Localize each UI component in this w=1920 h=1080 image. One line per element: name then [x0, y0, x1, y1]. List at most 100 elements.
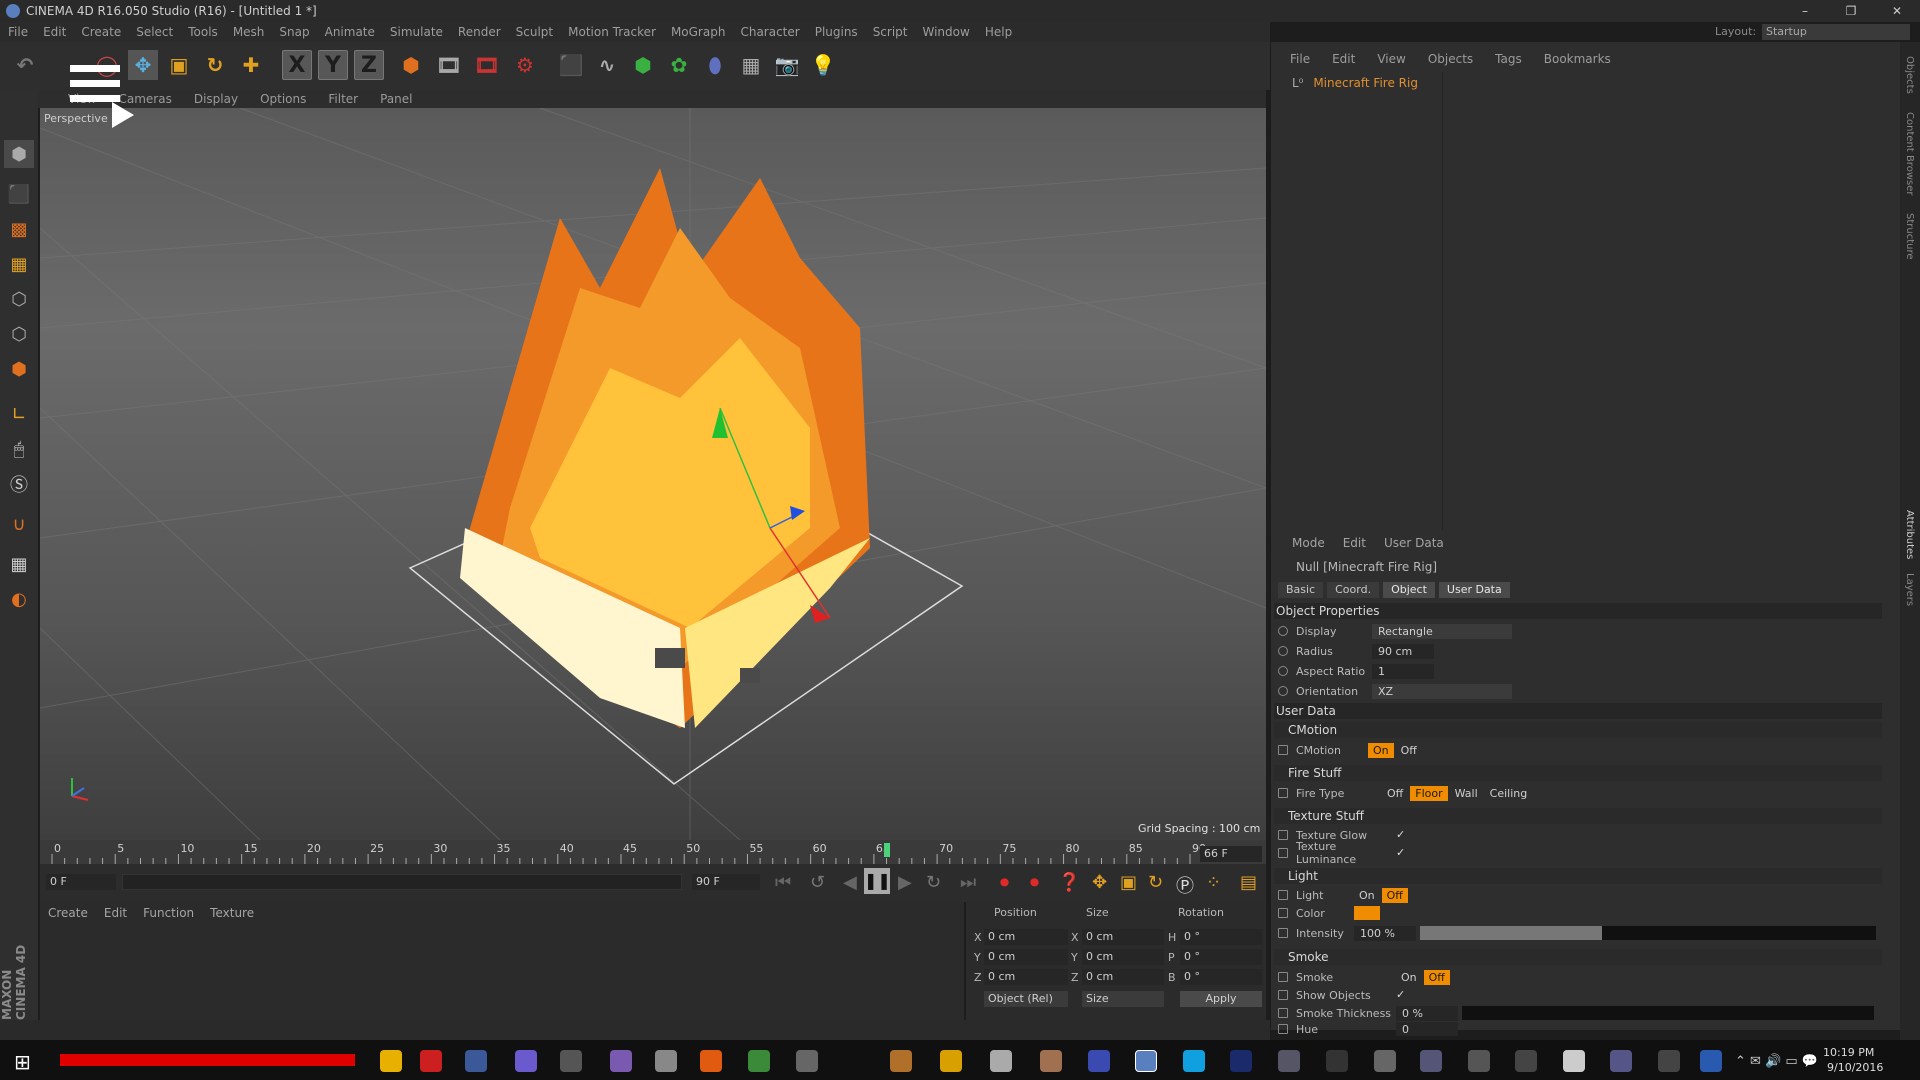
position-y-field[interactable]: 0 cm [984, 949, 1068, 965]
taskbar-mail-icon[interactable] [1278, 1050, 1300, 1072]
overlay-play-icon[interactable] [112, 102, 134, 128]
taskbar-twitch-icon[interactable] [515, 1050, 537, 1072]
coordinate-system-icon[interactable]: ⬢ [396, 50, 426, 80]
snap-icon[interactable]: Ⓢ [4, 470, 34, 498]
strip-tab-attributes[interactable]: Attributes [1904, 510, 1915, 559]
attr-menu-user-data[interactable]: User Data [1384, 536, 1444, 550]
subdivision-surface-icon[interactable]: ⬢ [628, 50, 658, 80]
taskbar-photoshop-icon[interactable] [1230, 1050, 1252, 1072]
record-active-icon[interactable]: ⏺ [1000, 872, 1009, 893]
smoke-thickness-slider[interactable] [1462, 1006, 1874, 1020]
material-menu-create[interactable]: Create [48, 906, 88, 920]
animate-dot-icon[interactable] [1278, 646, 1288, 656]
coordinate-mode-select[interactable]: Object (Rel) [984, 991, 1068, 1007]
menu-animate[interactable]: Animate [325, 25, 375, 39]
x-axis-lock-button[interactable]: X [282, 50, 312, 80]
group-fire-stuff[interactable]: Fire Stuff [1274, 765, 1882, 781]
close-button[interactable]: ✕ [1874, 0, 1920, 22]
fire-type-wall-button[interactable]: Wall [1450, 786, 1483, 801]
apply-button[interactable]: Apply [1180, 991, 1262, 1007]
size-x-field[interactable]: 0 cm [1082, 929, 1164, 945]
autokey-icon[interactable]: ⏺ [1030, 872, 1039, 893]
rotation-p-field[interactable]: 0 ° [1180, 949, 1262, 965]
objects-menu-tags[interactable]: Tags [1495, 52, 1522, 66]
spline-pen-icon[interactable]: ∿ [592, 50, 622, 80]
viewport-menu-options[interactable]: Options [260, 92, 306, 106]
menu-character[interactable]: Character [740, 25, 799, 39]
video-progress-bar[interactable] [60, 1054, 355, 1066]
rotate-tool-icon[interactable]: ↻ [200, 50, 230, 80]
strip-tab-structure[interactable]: Structure [1904, 213, 1915, 260]
taskbar-date[interactable]: 9/10/2016 [1827, 1061, 1883, 1074]
undo-icon[interactable]: ↶ [10, 50, 40, 80]
menu-mograph[interactable]: MoGraph [671, 25, 726, 39]
tab-coord[interactable]: Coord. [1327, 582, 1380, 598]
animate-dot-icon[interactable] [1278, 626, 1288, 636]
edges-mode-icon[interactable]: ⬡ [4, 320, 34, 348]
texture-luminance-checkbox[interactable]: ✓ [1396, 847, 1408, 859]
group-texture-stuff[interactable]: Texture Stuff [1274, 808, 1882, 824]
z-axis-lock-button[interactable]: Z [354, 50, 384, 80]
axis-mode-icon[interactable]: ∟ [4, 400, 34, 428]
taskbar-app-icon[interactable] [990, 1050, 1012, 1072]
tab-object[interactable]: Object [1383, 582, 1435, 598]
taskbar-app-icon[interactable] [1700, 1050, 1722, 1072]
y-axis-lock-button[interactable]: Y [318, 50, 348, 80]
pause-button[interactable]: ❚❚ [864, 868, 891, 894]
animate-dot-icon[interactable] [1278, 1024, 1288, 1034]
light-off-button[interactable]: Off [1381, 887, 1408, 903]
animate-dot-icon[interactable] [1278, 990, 1288, 1000]
menu-plugins[interactable]: Plugins [815, 25, 858, 39]
workplane-lock-icon[interactable]: ▦ [4, 550, 34, 578]
key-parameter-icon[interactable]: Ⓟ [1176, 872, 1194, 898]
taskbar-app-icon[interactable] [1088, 1050, 1110, 1072]
next-frame-icon[interactable]: ▶ [898, 872, 912, 893]
animate-dot-icon[interactable] [1278, 745, 1288, 755]
menu-create[interactable]: Create [81, 25, 121, 39]
taskbar-app-icon[interactable] [1326, 1050, 1348, 1072]
display-select[interactable]: Rectangle [1372, 623, 1512, 639]
taskbar-app-icon[interactable] [1420, 1050, 1442, 1072]
material-menu-function[interactable]: Function [143, 906, 194, 920]
viewport-menu-display[interactable]: Display [194, 92, 238, 106]
scale-tool-icon[interactable]: ▣ [164, 50, 194, 80]
windows-start-icon[interactable]: ⊞ [14, 1050, 31, 1074]
add-icon[interactable]: ✚ [236, 50, 266, 80]
attr-menu-edit[interactable]: Edit [1343, 536, 1366, 550]
cmotion-off-button[interactable]: Off [1396, 743, 1422, 758]
group-smoke[interactable]: Smoke [1274, 949, 1882, 965]
objects-menu-bookmarks[interactable]: Bookmarks [1544, 52, 1611, 66]
objects-menu-edit[interactable]: Edit [1332, 52, 1355, 66]
camera-icon[interactable]: 📷 [772, 50, 802, 80]
current-frame-marker[interactable] [883, 843, 890, 857]
rotation-h-field[interactable]: 0 ° [1180, 929, 1262, 945]
strip-tab-layers[interactable]: Layers [1904, 573, 1915, 606]
taskbar-app-icon[interactable] [796, 1050, 818, 1072]
position-z-field[interactable]: 0 cm [984, 969, 1068, 985]
goto-end-icon[interactable]: ⏭ [960, 872, 976, 893]
fire-type-floor-button[interactable]: Floor [1410, 785, 1448, 801]
taskbar-itunes-icon[interactable] [1563, 1050, 1585, 1072]
cmotion-on-button[interactable]: On [1368, 742, 1394, 758]
layout-select[interactable]: Startup [1762, 24, 1910, 40]
taskbar-skype-icon[interactable] [1183, 1050, 1205, 1072]
floor-icon[interactable]: ▦ [736, 50, 766, 80]
animate-dot-icon[interactable] [1278, 848, 1288, 858]
group-light[interactable]: Light [1274, 868, 1882, 884]
array-icon[interactable]: ✿ [664, 50, 694, 80]
taskbar-minecraft-icon[interactable] [748, 1050, 770, 1072]
taskbar-app-icon[interactable] [1515, 1050, 1537, 1072]
system-tray-icons[interactable]: ⌃ ✉ 🔊 ▭ 💬 [1735, 1054, 1818, 1069]
objects-menu-file[interactable]: File [1290, 52, 1310, 66]
start-frame-field[interactable]: 0 F [46, 874, 116, 890]
fire-type-ceiling-button[interactable]: Ceiling [1485, 786, 1533, 801]
intensity-slider[interactable] [1420, 926, 1876, 940]
strip-tab-objects[interactable]: Objects [1904, 56, 1915, 94]
smoke-off-button[interactable]: Off [1423, 969, 1450, 985]
animate-dot-icon[interactable] [1278, 686, 1288, 696]
intensity-field[interactable]: 100 % [1354, 925, 1416, 941]
timeline-window-icon[interactable]: ▤ [1240, 872, 1257, 893]
taskbar-facebook-icon[interactable] [465, 1050, 487, 1072]
material-menu-texture[interactable]: Texture [210, 906, 254, 920]
menu-select[interactable]: Select [136, 25, 173, 39]
